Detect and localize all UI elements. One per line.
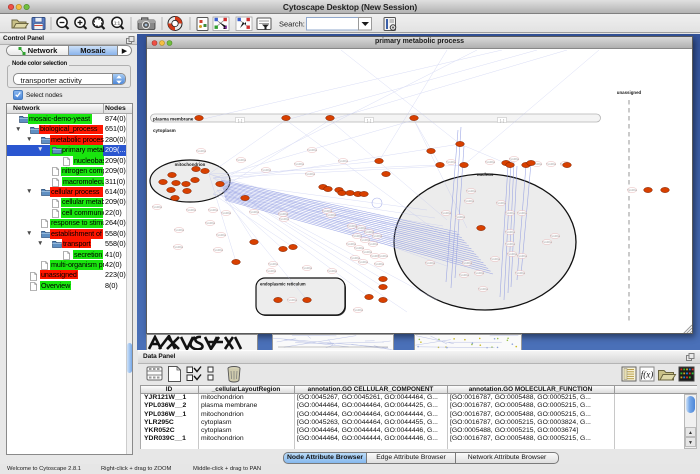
svg-text:Yxx00w: Yxx00w <box>464 199 475 203</box>
svg-text:mitochondrion: mitochondrion <box>175 162 206 167</box>
svg-text:Yxx00w: Yxx00w <box>425 261 436 265</box>
svg-text:Yxx00w: Yxx00w <box>459 273 470 277</box>
svg-text:Yxx00w: Yxx00w <box>326 213 337 217</box>
svg-text:endoplasmic reticulum: endoplasmic reticulum <box>260 282 306 287</box>
svg-text:unassigned: unassigned <box>617 90 642 95</box>
svg-text:Yxx00w: Yxx00w <box>515 271 526 275</box>
svg-text:Yxx00w: Yxx00w <box>278 212 289 216</box>
svg-text:Yxx00w: Yxx00w <box>505 211 516 215</box>
svg-text:Yxx00w: Yxx00w <box>455 215 466 219</box>
svg-text:Yxx00w: Yxx00w <box>496 201 507 205</box>
svg-text:Yxx00w: Yxx00w <box>305 172 316 176</box>
svg-text:1:1: 1:1 <box>114 21 121 26</box>
svg-text:Yxx00w: Yxx00w <box>358 260 369 264</box>
svg-text:Yxx00w: Yxx00w <box>485 160 496 164</box>
svg-text:Yxx00w: Yxx00w <box>327 269 338 273</box>
svg-text:Yxx00w: Yxx00w <box>294 162 305 166</box>
svg-text:[...]: [...] <box>238 119 243 123</box>
svg-text:Yxx00w: Yxx00w <box>186 208 197 212</box>
svg-text:[...]: [...] <box>500 119 505 123</box>
svg-text:Search:: Search: <box>279 20 305 29</box>
svg-text:Yxx00w: Yxx00w <box>249 210 260 214</box>
svg-text:Yxx00w: Yxx00w <box>550 234 561 238</box>
svg-text:Yxx00w: Yxx00w <box>474 271 485 275</box>
svg-text:Yxx00w: Yxx00w <box>546 162 557 166</box>
svg-text:Yxx00w: Yxx00w <box>173 245 184 249</box>
svg-text:Yxx00w: Yxx00w <box>236 158 247 162</box>
svg-text:Yxx00w: Yxx00w <box>338 159 349 163</box>
svg-text:Yxx00w: Yxx00w <box>478 287 489 291</box>
svg-text:f(x): f(x) <box>641 370 654 380</box>
svg-text:Yxx00w: Yxx00w <box>266 269 277 273</box>
svg-text:Yxx00w: Yxx00w <box>490 257 501 261</box>
svg-text:[...]: [...] <box>367 119 372 123</box>
svg-text:Yxx00w: Yxx00w <box>268 262 279 266</box>
svg-text:plasma membrane: plasma membrane <box>153 117 194 122</box>
svg-text:Yxx00w: Yxx00w <box>505 230 516 234</box>
svg-text:Yxx00w: Yxx00w <box>368 242 379 246</box>
svg-text:Yxx00w: Yxx00w <box>213 248 224 252</box>
svg-text:cytoplasm: cytoplasm <box>153 128 176 133</box>
svg-text:Yxx00w: Yxx00w <box>517 211 528 215</box>
svg-text:Yxx00w: Yxx00w <box>627 188 638 192</box>
svg-text:Yxx00w: Yxx00w <box>462 261 473 265</box>
svg-text:Yxx00w: Yxx00w <box>208 208 219 212</box>
svg-text:Yxx00w: Yxx00w <box>509 157 520 161</box>
svg-text:Yxx00w: Yxx00w <box>372 234 383 238</box>
svg-text:Yxx00w: Yxx00w <box>216 233 227 237</box>
svg-text:Yxx00w: Yxx00w <box>517 254 528 258</box>
svg-text:Yxx00w: Yxx00w <box>505 242 516 246</box>
svg-text:Yxx00w: Yxx00w <box>221 211 232 215</box>
svg-text:Yxx00w: Yxx00w <box>152 205 163 209</box>
svg-text:nucleus: nucleus <box>477 172 494 177</box>
svg-text:Yxx00w: Yxx00w <box>446 160 457 164</box>
svg-text:Yxx00w: Yxx00w <box>441 211 452 215</box>
svg-text:Yxx00w: Yxx00w <box>174 228 185 232</box>
svg-text:Yxx00w: Yxx00w <box>279 217 290 221</box>
svg-text:Yxx00w: Yxx00w <box>542 240 553 244</box>
svg-text:Yxx00w: Yxx00w <box>302 266 313 270</box>
svg-text:Yxx00w: Yxx00w <box>196 149 207 153</box>
svg-text:Yxx00w: Yxx00w <box>307 148 318 152</box>
svg-text:Yxx00w: Yxx00w <box>374 262 385 266</box>
svg-text:Yxx00w: Yxx00w <box>353 308 364 312</box>
svg-text:Yxx00w: Yxx00w <box>287 298 298 302</box>
svg-text:Yxx00w: Yxx00w <box>378 254 389 258</box>
svg-text:Yxx00w: Yxx00w <box>205 221 216 225</box>
svg-text:Yxx00w: Yxx00w <box>261 168 272 172</box>
svg-text:Yxx00w: Yxx00w <box>466 189 477 193</box>
